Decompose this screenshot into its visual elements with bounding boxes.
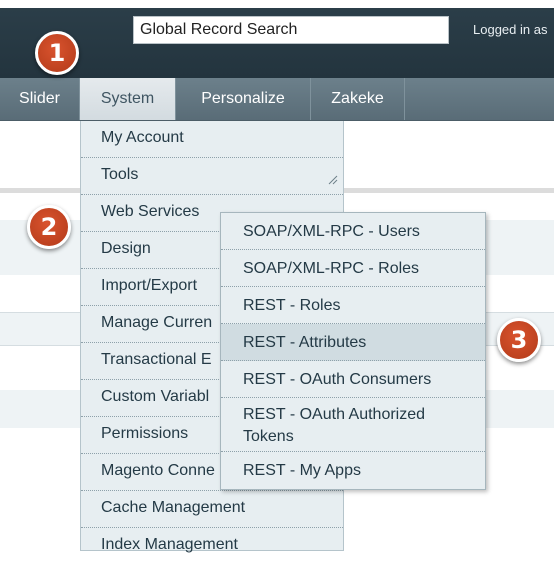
step-badge-3: 3 — [497, 318, 541, 362]
submenu-item-rest-roles[interactable]: REST - Roles — [221, 287, 485, 324]
submenu-item-soap-users[interactable]: SOAP/XML-RPC - Users — [221, 213, 485, 250]
menu-item-index-management[interactable]: Index Management — [81, 528, 343, 565]
step-badge-1: 1 — [35, 31, 79, 75]
header-top-edge — [0, 0, 554, 8]
resize-grip-icon — [328, 175, 338, 185]
submenu-item-rest-oauth-consumers[interactable]: REST - OAuth Consumers — [221, 361, 485, 398]
nav-item-system[interactable]: System — [80, 78, 176, 120]
menu-item-cache-management[interactable]: Cache Management — [81, 491, 343, 528]
nav-item-zakeke[interactable]: Zakeke — [311, 78, 405, 120]
main-nav: Slider System Personalize Zakeke — [0, 78, 554, 121]
web-services-submenu: SOAP/XML-RPC - Users SOAP/XML-RPC - Role… — [220, 212, 486, 490]
submenu-item-rest-attributes[interactable]: REST - Attributes — [221, 324, 485, 361]
logged-in-text: Logged in as — [473, 22, 548, 37]
nav-item-personalize[interactable]: Personalize — [176, 78, 311, 120]
global-search-input[interactable] — [133, 16, 449, 44]
submenu-item-soap-roles[interactable]: SOAP/XML-RPC - Roles — [221, 250, 485, 287]
submenu-item-rest-oauth-authorized-tokens[interactable]: REST - OAuth Authorized Tokens — [221, 398, 485, 452]
submenu-item-rest-my-apps[interactable]: REST - My Apps — [221, 452, 485, 489]
menu-item-my-account[interactable]: My Account — [81, 121, 343, 158]
step-badge-2: 2 — [27, 205, 71, 249]
nav-item-slider[interactable]: Slider — [0, 78, 80, 120]
menu-item-tools[interactable]: Tools — [81, 158, 343, 195]
